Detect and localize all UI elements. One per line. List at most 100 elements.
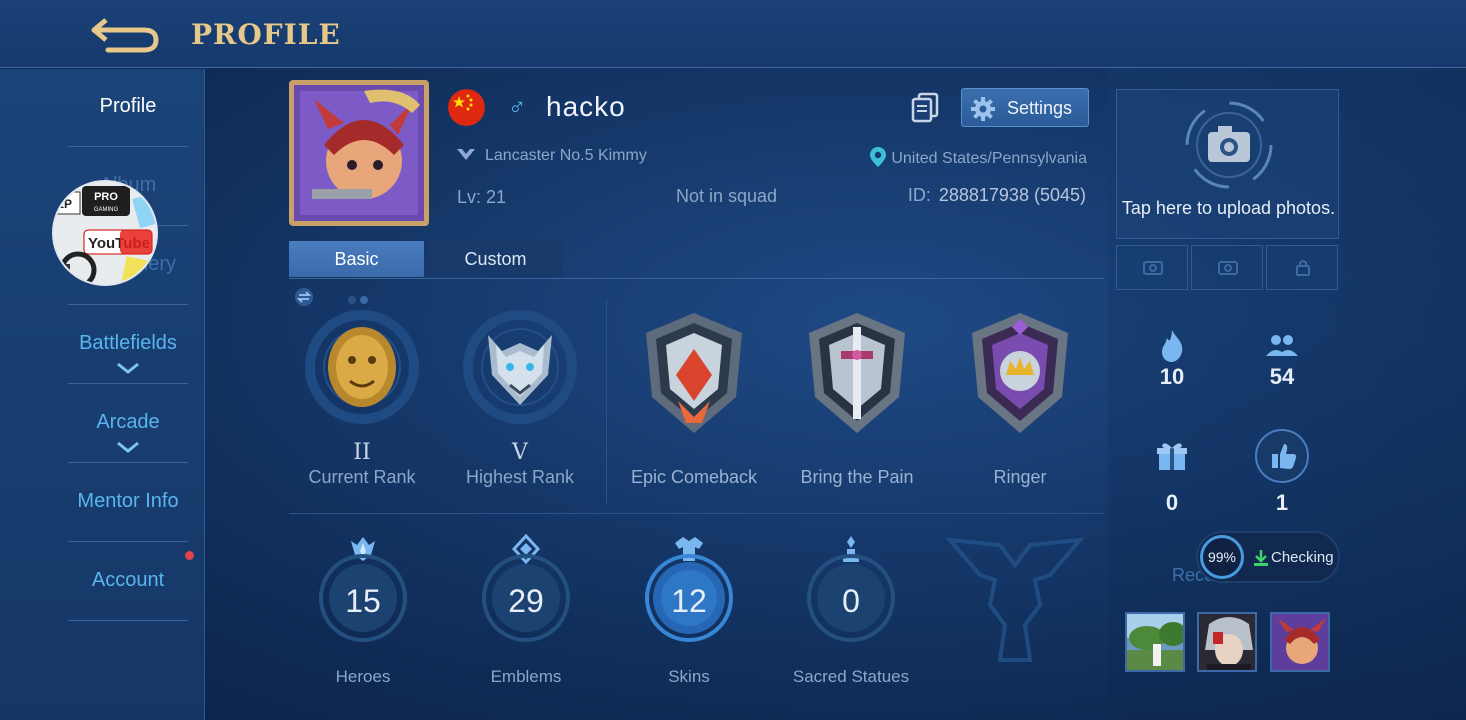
sidebar-item-mentor-info[interactable]: Mentor Info bbox=[68, 464, 188, 542]
notification-dot bbox=[185, 551, 194, 560]
ringer-label: Ringer bbox=[993, 467, 1047, 487]
highest-rank-badge[interactable]: V Highest Rank bbox=[440, 305, 600, 500]
checking-text: Checking bbox=[1271, 549, 1334, 566]
lock-icon bbox=[1296, 260, 1310, 276]
flame-icon bbox=[1162, 330, 1183, 362]
sidebar-item-label: Profile bbox=[99, 95, 157, 117]
tab-basic[interactable]: Basic bbox=[289, 241, 424, 277]
upload-photo-text: Tap here to upload photos. bbox=[1121, 198, 1336, 218]
gift-icon bbox=[1157, 443, 1187, 470]
sidebar-item-label: Mentor Info bbox=[77, 490, 179, 512]
copy-icon bbox=[911, 92, 939, 123]
download-icon bbox=[1254, 550, 1268, 566]
section-separator bbox=[289, 513, 1104, 514]
sacred-statues-count: 0 bbox=[842, 583, 860, 619]
ringer-badge[interactable]: Ringer bbox=[940, 305, 1100, 500]
likes-count: 1 bbox=[1275, 490, 1289, 515]
bring-the-pain-sword-icon bbox=[809, 313, 905, 433]
recent-visitor-avatar[interactable] bbox=[1125, 612, 1185, 672]
sacred-statues-stat[interactable]: 0 Sacred Statues bbox=[781, 533, 921, 693]
eagle-watermark-icon bbox=[945, 537, 1085, 662]
gear-icon bbox=[971, 97, 995, 121]
photo-slot-3-locked[interactable] bbox=[1266, 245, 1338, 290]
sidebar: Profile Album Gallery Battlefields Arcad… bbox=[0, 69, 205, 720]
skin-tier-icon bbox=[457, 149, 475, 160]
friends-count: 54 bbox=[1269, 364, 1295, 389]
gifts-count: 0 bbox=[1165, 490, 1179, 515]
friends-counter[interactable]: 54 bbox=[1242, 328, 1322, 392]
photo-slot-1[interactable] bbox=[1116, 245, 1188, 290]
top-bar: PROFILE bbox=[0, 0, 1466, 68]
recent-visitor-avatar[interactable] bbox=[1197, 612, 1257, 672]
squad-status: Not in squad bbox=[676, 186, 778, 206]
camera-icon bbox=[1185, 101, 1273, 189]
emblems-stat[interactable]: 29 Emblems bbox=[456, 533, 596, 693]
camera-slot-icon bbox=[1218, 261, 1238, 275]
skins-label: Skins bbox=[668, 667, 710, 686]
id-label: ID: bbox=[907, 185, 931, 205]
location-pin-icon bbox=[870, 147, 887, 167]
sticker-overlay: PRO GAMING EP YouTube bbox=[52, 180, 158, 286]
recent-visitor-avatar[interactable] bbox=[1270, 612, 1330, 672]
sidebar-item-label: Arcade bbox=[96, 411, 160, 433]
country-flag-icon bbox=[448, 89, 485, 126]
tab-custom[interactable]: Custom bbox=[428, 241, 563, 277]
back-arrow-icon bbox=[91, 18, 159, 53]
highest-rank-tier: V bbox=[512, 440, 528, 465]
copy-id-button[interactable] bbox=[910, 91, 940, 123]
ringer-crown-icon bbox=[972, 313, 1068, 433]
chevron-down-icon bbox=[117, 441, 139, 453]
highest-rank-label: Highest Rank bbox=[465, 467, 575, 487]
sidebar-item-label: Account bbox=[91, 569, 165, 591]
chevron-down-icon bbox=[117, 362, 139, 374]
checking-progress: 99% bbox=[1200, 535, 1244, 579]
bring-the-pain-label: Bring the Pain bbox=[800, 467, 914, 487]
player-id: ID: 288817938 (5045) bbox=[908, 185, 1086, 206]
username: hacko bbox=[546, 91, 626, 122]
epic-comeback-badge[interactable]: Epic Comeback bbox=[614, 305, 774, 500]
thumbs-up-icon bbox=[1255, 429, 1309, 483]
settings-button[interactable]: Settings bbox=[961, 88, 1089, 127]
svg-text:GAMING: GAMING bbox=[94, 207, 119, 213]
likes-counter[interactable]: 1 bbox=[1242, 428, 1322, 518]
upload-photo-button[interactable]: Tap here to upload photos. bbox=[1116, 89, 1339, 239]
popularity-counter[interactable]: 10 bbox=[1132, 328, 1212, 392]
heroes-label: Heroes bbox=[335, 667, 391, 686]
sidebar-item-profile[interactable]: Profile bbox=[68, 69, 188, 147]
heroes-count: 15 bbox=[345, 583, 381, 619]
current-rank-tier: II bbox=[353, 440, 371, 465]
player-level: Lv: 21 bbox=[457, 187, 507, 207]
current-rank-badge[interactable]: II Current Rank bbox=[282, 305, 442, 500]
bring-the-pain-badge[interactable]: Bring the Pain bbox=[777, 305, 937, 500]
sidebar-item-label: Battlefields bbox=[79, 332, 177, 354]
photo-slot-2[interactable] bbox=[1191, 245, 1263, 290]
camera-slot-icon bbox=[1143, 261, 1163, 275]
visitor-avatar-image bbox=[1127, 614, 1183, 670]
visitor-avatar-image bbox=[1199, 614, 1255, 670]
location-text: United States/Pennsylvania bbox=[891, 150, 1087, 167]
sidebar-item-battlefields[interactable]: Battlefields bbox=[68, 306, 188, 384]
emblems-label: Emblems bbox=[490, 667, 562, 686]
id-value: 288817938 (5045) bbox=[938, 185, 1086, 205]
wolf-rank-emblem-icon bbox=[463, 310, 577, 424]
back-button[interactable] bbox=[86, 10, 166, 56]
friends-icon bbox=[1266, 335, 1298, 356]
settings-label: Settings bbox=[1007, 98, 1073, 118]
skins-count: 12 bbox=[671, 583, 707, 619]
sticker-collage-image: PRO GAMING EP YouTube bbox=[54, 182, 156, 284]
swap-icon[interactable] bbox=[294, 288, 314, 306]
emblems-count: 29 bbox=[508, 583, 544, 619]
gifts-counter[interactable]: 0 bbox=[1132, 438, 1212, 518]
skins-stat[interactable]: 12 Skins bbox=[619, 533, 759, 693]
sidebar-item-account[interactable]: Account bbox=[68, 543, 194, 621]
hero-portrait-image bbox=[294, 85, 424, 221]
page-dot bbox=[348, 296, 356, 304]
sacred-statues-label: Sacred Statues bbox=[792, 667, 910, 686]
sidebar-item-arcade[interactable]: Arcade bbox=[68, 385, 188, 463]
location: United States/Pennsylvania bbox=[869, 146, 1087, 168]
profile-avatar[interactable] bbox=[289, 80, 429, 226]
heroes-stat[interactable]: 15 Heroes bbox=[293, 533, 433, 693]
visitor-avatar-image bbox=[1272, 614, 1328, 670]
lion-rank-emblem-icon bbox=[305, 310, 419, 424]
update-checking-indicator[interactable]: 99% Checking bbox=[1196, 531, 1340, 583]
